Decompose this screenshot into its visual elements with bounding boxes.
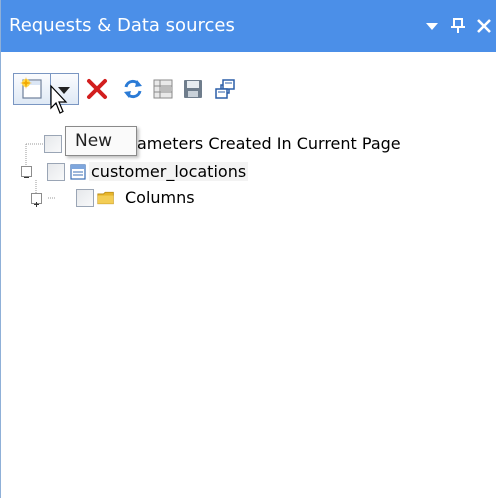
toolbar [1,52,496,122]
new-button[interactable] [14,74,51,104]
grid-icon [153,79,173,99]
customer-locations-checkbox[interactable] [47,163,65,181]
customer-locations-label: customer_locations [89,162,249,181]
new-tooltip: New [65,126,137,156]
panel-title-bar: Requests & Data sources [1,0,496,52]
pin-icon [451,18,465,33]
link-button[interactable] [213,77,237,101]
requests-data-sources-panel: Requests & Data sources New ameters Crea… [0,0,496,498]
collapse-toggle[interactable] [21,166,32,178]
save-button[interactable] [181,77,205,101]
new-split-button [13,73,79,105]
grid-button[interactable] [151,77,175,101]
delete-x-icon [87,79,107,99]
tree-node-customer-locations[interactable]: customer_locations [1,160,496,186]
close-icon [477,19,491,33]
folder-icon [97,191,114,205]
refresh-button[interactable] [121,77,145,101]
panel-close-button[interactable] [473,12,495,38]
request-tree: ameters Created In Current Page customer… [1,122,496,498]
parameters-checkbox[interactable] [44,135,62,153]
panel-pin-button[interactable] [447,12,469,38]
columns-label: Columns [125,188,195,207]
link-icon [215,79,235,99]
save-icon [184,80,202,98]
tooltip-text: New [75,131,113,151]
refresh-icon [124,79,142,99]
columns-checkbox[interactable] [76,189,94,207]
new-item-icon [20,77,42,99]
minus-icon [24,177,29,178]
parameters-label: ameters Created In Current Page [137,134,401,153]
chevron-down-icon [426,23,438,30]
delete-button[interactable] [85,77,109,101]
tree-node-columns[interactable]: Columns [1,186,496,212]
table-icon [70,164,86,180]
panel-menu-button[interactable] [421,12,443,38]
expand-toggle[interactable] [31,193,42,207]
mouse-cursor-icon [50,84,68,114]
plus-icon [34,202,39,207]
panel-title: Requests & Data sources [9,15,235,36]
